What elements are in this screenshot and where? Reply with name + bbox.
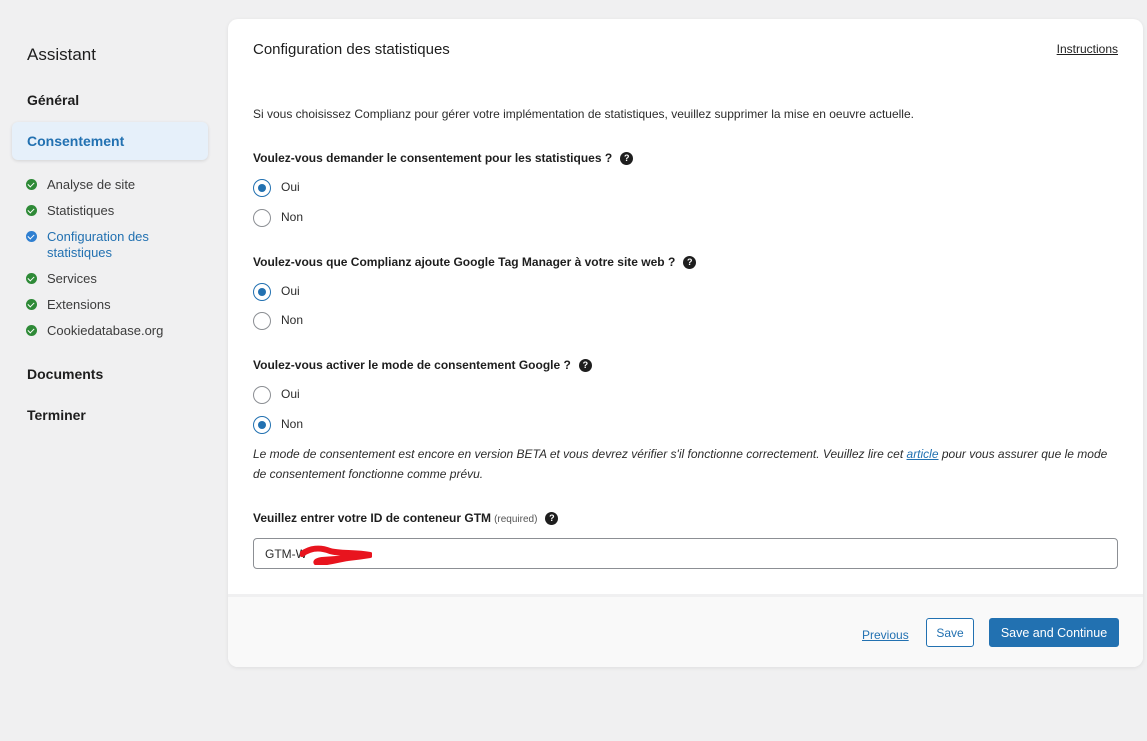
question-add-gtm: Voulez-vous que Complianz ajoute Google … — [253, 255, 697, 269]
radio-circle[interactable] — [253, 209, 271, 227]
article-link[interactable]: article — [907, 447, 939, 461]
help-icon[interactable]: ? — [578, 359, 592, 372]
question-google-consent-mode: Voulez-vous activer le mode de consentem… — [253, 358, 592, 372]
question-label: Voulez-vous demander le consentement pou… — [253, 151, 613, 165]
gtm-id-label: Veuillez entrer votre ID de conteneur GT… — [253, 511, 559, 525]
card-title: Configuration des statistiques — [253, 41, 450, 58]
save-button[interactable]: Save — [926, 618, 974, 647]
radio-label: Non — [281, 313, 304, 327]
intro-text: Si vous choisissez Complianz pour gérer … — [253, 107, 914, 121]
sidebar-item-consent[interactable]: Consentement — [12, 122, 208, 160]
check-circle-icon — [26, 231, 37, 242]
gtm-label-text: Veuillez entrer votre ID de conteneur GT… — [253, 511, 492, 525]
note-text: Le mode de consentement est encore en ve… — [253, 447, 907, 461]
beta-note: Le mode de consentement est encore en ve… — [253, 444, 1113, 484]
radio-circle[interactable] — [253, 416, 271, 434]
help-icon[interactable]: ? — [620, 152, 634, 165]
radio-label: Oui — [281, 387, 300, 401]
card-footer: Previous Save Save and Continue — [228, 594, 1143, 667]
question-label: Voulez-vous que Complianz ajoute Google … — [253, 255, 676, 269]
question-stats-consent: Voulez-vous demander le consentement pou… — [253, 151, 634, 165]
help-icon[interactable]: ? — [683, 256, 697, 269]
check-circle-icon — [26, 205, 37, 216]
gtm-id-input[interactable] — [253, 538, 1118, 569]
check-circle-icon — [26, 179, 37, 190]
check-circle-icon — [26, 325, 37, 336]
radio-circle[interactable] — [253, 312, 271, 330]
sidebar-item-general[interactable]: Général — [27, 92, 79, 108]
save-and-continue-button[interactable]: Save and Continue — [989, 618, 1119, 647]
redaction-scribble — [300, 545, 372, 565]
help-icon[interactable]: ? — [545, 512, 559, 525]
radio-label: Non — [281, 417, 304, 431]
sidebar-subitem-label: Analyse de site — [47, 177, 136, 192]
sidebar-item-documents[interactable]: Documents — [27, 366, 103, 382]
sidebar-item-consent-label: Consentement — [27, 133, 125, 149]
radio-circle[interactable] — [253, 179, 271, 197]
sidebar-subitem-label: Services — [47, 271, 97, 286]
wizard-sidebar: Assistant Général Consentement Analyse d… — [0, 0, 222, 741]
radio-label: Non — [281, 210, 304, 224]
sidebar-subitem-label: Statistiques — [47, 203, 115, 218]
check-circle-icon — [26, 273, 37, 284]
radio-circle[interactable] — [253, 386, 271, 404]
sidebar-item-finish[interactable]: Terminer — [27, 407, 86, 423]
sidebar-subitem-label: Cookiedatabase.org — [47, 323, 164, 338]
sidebar-subitem-label: Extensions — [47, 297, 111, 312]
question-label: Voulez-vous activer le mode de consentem… — [253, 358, 571, 372]
previous-button[interactable]: Previous — [862, 628, 909, 642]
sidebar-subitem-label: Configuration des statistiques — [47, 229, 149, 260]
check-circle-icon — [26, 299, 37, 310]
radio-circle[interactable] — [253, 283, 271, 301]
instructions-link[interactable]: Instructions — [1057, 42, 1118, 56]
radio-label: Oui — [281, 284, 300, 298]
sidebar-title: Assistant — [27, 45, 96, 64]
radio-label: Oui — [281, 180, 300, 194]
required-marker: (required) — [494, 514, 538, 525]
settings-card: Configuration des statistiques Instructi… — [228, 19, 1143, 667]
